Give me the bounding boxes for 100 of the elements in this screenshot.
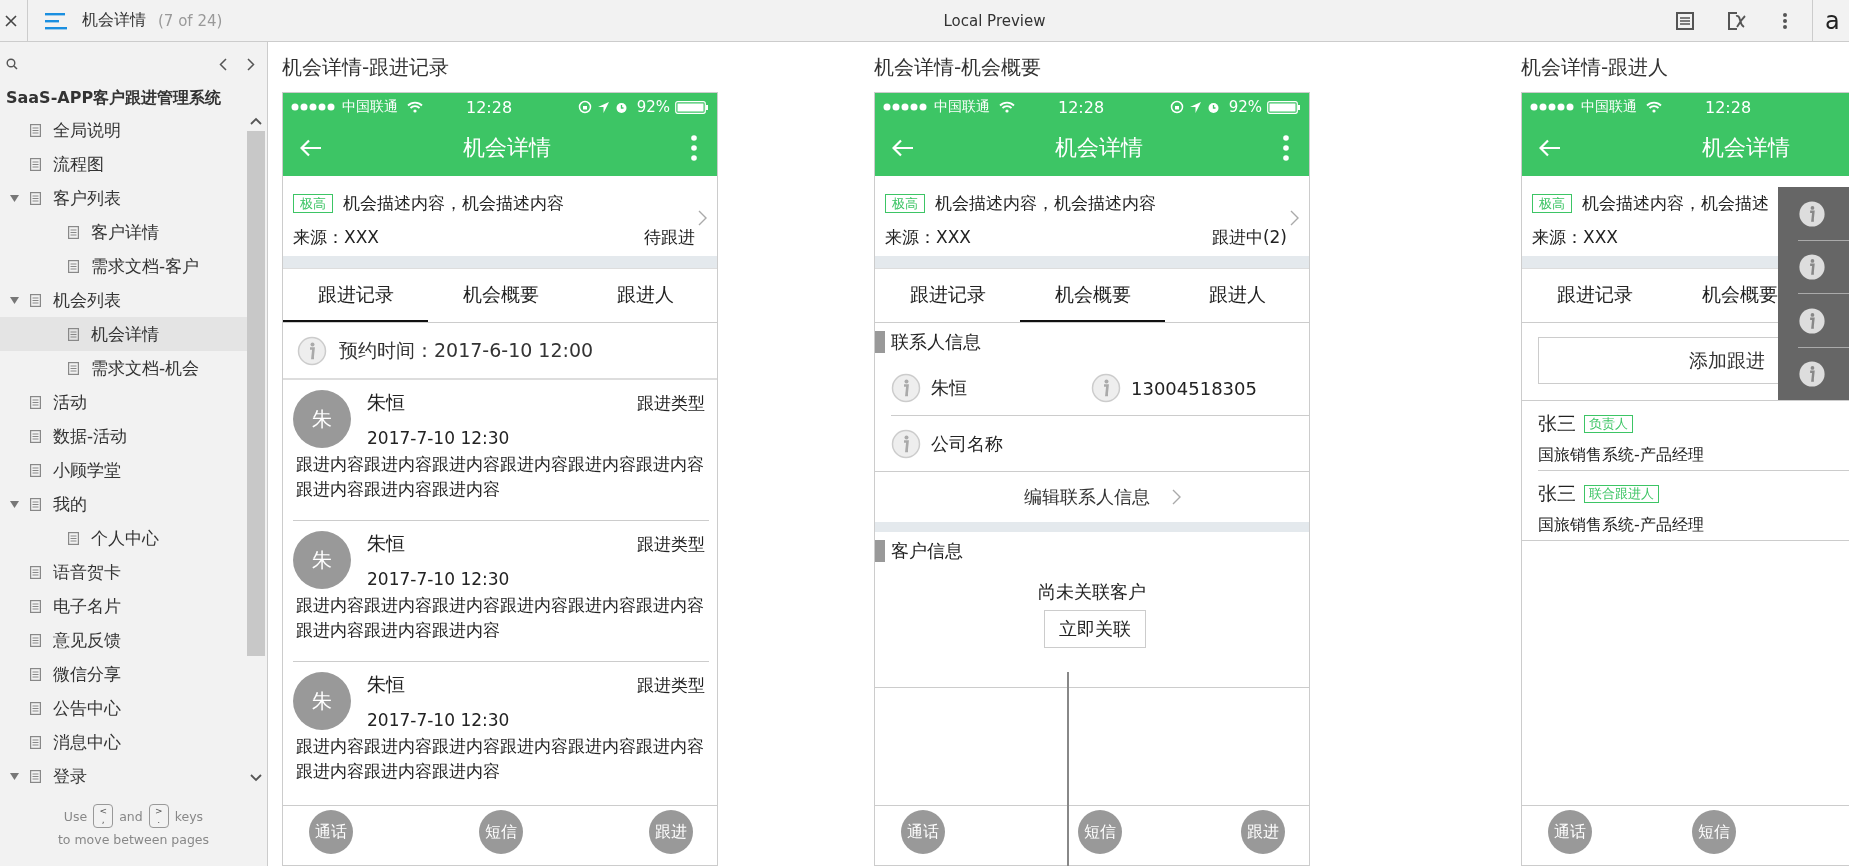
back-arrow-icon[interactable]: [300, 138, 322, 157]
empty-text: 尚未关联客户: [1038, 580, 1146, 605]
record-time: 2017-7-10 12:30: [367, 569, 511, 590]
previous-icon[interactable]: [219, 57, 227, 71]
page-icon: [68, 327, 79, 341]
tab[interactable]: 跟进记录: [283, 269, 428, 323]
section-marker: [875, 540, 885, 563]
page-item[interactable]: 机会列表: [0, 283, 247, 317]
section-marker: [875, 331, 885, 354]
role-tag: 负责人: [1584, 415, 1633, 434]
search-icon[interactable]: [6, 58, 18, 70]
page-item[interactable]: 微信分享: [0, 657, 247, 691]
page-title: 机会详情: [82, 10, 146, 31]
close-icon[interactable]: [5, 14, 17, 27]
status-text: 待跟进: [644, 226, 695, 250]
screen-title: 机会详情-跟进记录: [282, 53, 451, 81]
info-icon[interactable]: [1798, 253, 1826, 282]
priority-tag: 极高: [885, 193, 925, 213]
page-icon: [30, 769, 41, 783]
person-name: 张三: [1538, 481, 1576, 507]
notes-icon[interactable]: [1676, 11, 1694, 30]
scroll-up-icon[interactable]: [250, 117, 262, 125]
alarm-icon: [1206, 100, 1220, 114]
rotation-lock-icon: [1169, 100, 1184, 115]
scroll-down-icon[interactable]: [250, 774, 262, 782]
page-item[interactable]: 意见反馈: [0, 623, 247, 657]
tab[interactable]: 跟进人: [573, 269, 718, 323]
page-icon: [30, 429, 41, 443]
avatar: 朱: [293, 672, 351, 731]
tab[interactable]: 机会概要: [1020, 269, 1165, 323]
page-item[interactable]: 活动: [0, 385, 247, 419]
chevron-right-icon[interactable]: [1171, 489, 1181, 506]
page-item[interactable]: 需求文档-客户: [0, 249, 247, 283]
expand-triangle-icon[interactable]: [10, 296, 19, 304]
screen-title: 机会详情-跟进人: [1521, 53, 1670, 81]
page-icon: [30, 735, 41, 749]
page-icon: [30, 395, 41, 409]
page-item[interactable]: 电子名片: [0, 589, 247, 623]
description-text: 机会描述内容，机会描述: [1582, 191, 1769, 215]
page-item[interactable]: 全局说明: [0, 113, 247, 147]
person-title: 国旅销售系统-产品经理: [1538, 515, 1705, 537]
tab[interactable]: 跟进记录: [1522, 269, 1667, 323]
page-item[interactable]: 流程图: [0, 147, 247, 181]
source-text: 来源：XXX: [293, 226, 379, 250]
variables-icon[interactable]: [1728, 11, 1748, 30]
record-time: 2017-7-10 12:30: [367, 428, 511, 449]
info-icon: [1091, 373, 1121, 404]
page-icon: [30, 293, 41, 307]
link-button[interactable]: 立即关联: [1043, 610, 1146, 649]
expand-triangle-icon[interactable]: [10, 194, 19, 202]
contact-name: 朱恒: [931, 376, 967, 401]
more-icon[interactable]: [1782, 11, 1788, 30]
chevron-right-icon[interactable]: [1290, 210, 1299, 227]
wifi-icon: [1646, 101, 1662, 114]
info-icon[interactable]: [1798, 360, 1826, 389]
key-cap: < ,: [93, 804, 114, 828]
expand-triangle-icon[interactable]: [10, 500, 19, 508]
back-arrow-icon[interactable]: [892, 138, 914, 157]
chevron-right-icon[interactable]: [698, 210, 707, 227]
page-item[interactable]: 小顾学堂: [0, 453, 247, 487]
record-text: 跟进内容跟进内容跟进内容跟进内容跟进内容跟进内容跟进内容跟进内容跟进内容: [295, 595, 705, 643]
info-icon[interactable]: [1798, 306, 1826, 335]
nav-title: 机会详情: [1700, 133, 1791, 162]
nav-title: 机会详情: [461, 133, 552, 162]
record-text: 跟进内容跟进内容跟进内容跟进内容跟进内容跟进内容跟进内容跟进内容跟进内容: [295, 736, 705, 784]
rotation-lock-icon: [577, 100, 592, 115]
page-item[interactable]: 客户列表: [0, 181, 247, 215]
next-icon[interactable]: [247, 57, 255, 71]
info-icon: [891, 428, 921, 459]
page-item[interactable]: 机会详情: [0, 317, 247, 351]
carrier-text: 中国联通: [934, 98, 990, 117]
back-arrow-icon[interactable]: [1539, 138, 1561, 157]
tab[interactable]: 跟进人: [1165, 269, 1310, 323]
edit-contact-link[interactable]: 编辑联系人信息: [1023, 485, 1150, 510]
info-icon: [891, 373, 921, 404]
company-name: 公司名称: [931, 431, 1003, 456]
tab[interactable]: 机会概要: [428, 269, 573, 323]
page-icon: [68, 259, 79, 273]
page-item[interactable]: 公告中心: [0, 691, 247, 725]
page-item[interactable]: 数据-活动: [0, 419, 247, 453]
hint-text: keys: [174, 808, 204, 824]
expand-triangle-icon[interactable]: [10, 772, 19, 780]
preview-title: Local Preview: [943, 11, 1046, 30]
page-icon: [30, 123, 41, 137]
page-icon: [30, 565, 41, 579]
page-item[interactable]: 语音贺卡: [0, 555, 247, 589]
info-icon[interactable]: [1798, 199, 1826, 228]
tab[interactable]: 跟进记录: [875, 269, 1020, 323]
hint-text: and: [119, 808, 143, 824]
page-item[interactable]: 消息中心: [0, 725, 247, 759]
page-item[interactable]: 需求文档-机会: [0, 351, 247, 385]
page-item[interactable]: 客户详情: [0, 215, 247, 249]
page-item[interactable]: 个人中心: [0, 521, 247, 555]
carrier-text: 中国联通: [342, 98, 398, 117]
battery-text: 92%: [1228, 98, 1262, 117]
menu-icon[interactable]: [45, 11, 69, 30]
page-item[interactable]: 登录: [0, 759, 247, 793]
carrier-text: 中国联通: [1581, 98, 1637, 117]
page-item[interactable]: 我的: [0, 487, 247, 521]
source-text: 来源：XXX: [885, 226, 971, 250]
